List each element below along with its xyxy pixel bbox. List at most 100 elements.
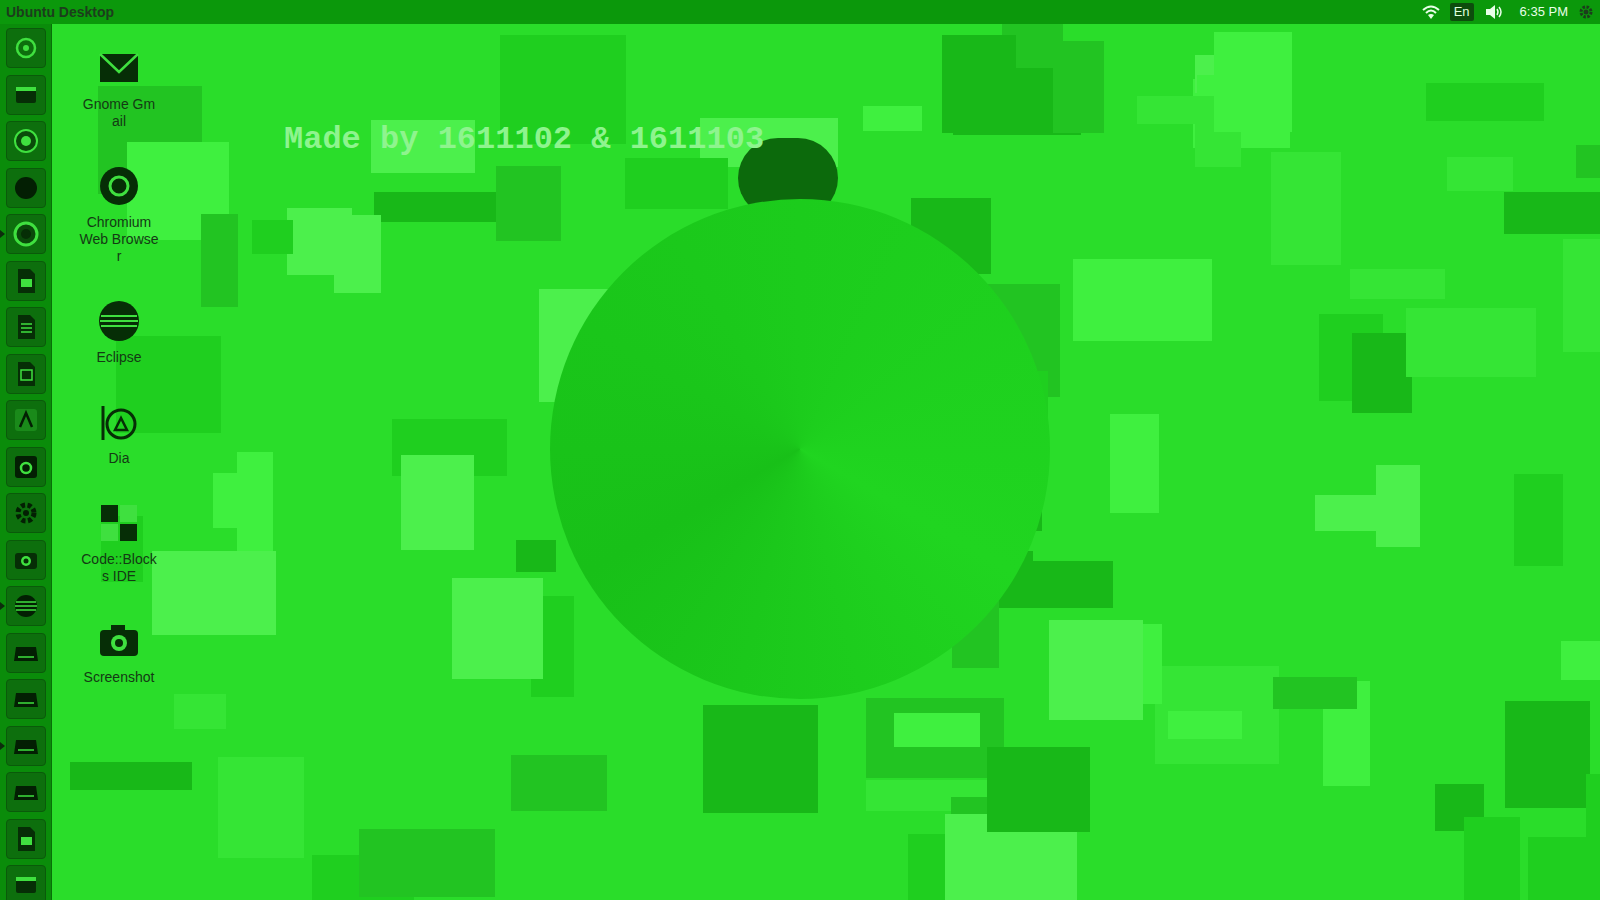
launcher	[0, 24, 52, 900]
wallpaper-block	[1514, 474, 1563, 566]
dia-icon	[97, 400, 141, 444]
wallpaper-block	[1110, 414, 1159, 513]
desktop-icon[interactable]: Chromium Web Browser	[78, 164, 160, 265]
wallpaper-block	[1273, 677, 1357, 709]
app-icon	[8, 216, 44, 252]
desktop-icon[interactable]: Screenshot	[78, 619, 160, 686]
wallpaper-caption: Made by 1611102 & 1611103	[284, 116, 764, 164]
launcher-tile	[6, 819, 46, 859]
launcher-item[interactable]	[0, 351, 52, 398]
launcher-item[interactable]	[0, 211, 52, 258]
launcher-item[interactable]	[0, 72, 52, 119]
desktop-icon[interactable]: Dia	[78, 400, 160, 467]
running-indicator	[0, 695, 5, 703]
launcher-item[interactable]	[0, 490, 52, 537]
wallpaper-block	[942, 35, 1016, 133]
launcher-tile	[6, 633, 46, 673]
wallpaper-block	[1352, 333, 1412, 413]
desktop-icon-label: Eclipse	[79, 349, 159, 366]
wallpaper-block	[863, 106, 922, 131]
wallpaper-block	[1426, 83, 1544, 121]
desktop-icon[interactable]: Eclipse	[78, 299, 160, 366]
launcher-tile	[6, 168, 46, 208]
app-icon	[8, 635, 44, 671]
wallpaper-block	[1561, 641, 1600, 680]
desktop-icon-label: Screenshot	[79, 669, 159, 686]
app-icon	[8, 123, 44, 159]
launcher-item[interactable]	[0, 816, 52, 863]
running-indicator	[0, 416, 5, 424]
running-indicator	[0, 44, 5, 52]
wallpaper-block	[152, 551, 276, 635]
running-indicator	[0, 509, 5, 517]
running-indicator	[0, 881, 5, 889]
desktop-icon[interactable]: Gnome Gmail	[78, 46, 160, 130]
running-indicator	[0, 91, 5, 99]
camera-icon	[97, 619, 141, 663]
app-icon	[8, 728, 44, 764]
wallpaper-block	[1214, 32, 1292, 132]
running-indicator	[0, 323, 5, 331]
chromium-icon	[97, 164, 141, 208]
launcher-item[interactable]	[0, 397, 52, 444]
wallpaper-block	[516, 540, 556, 572]
launcher-tile	[6, 28, 46, 68]
wallpaper-block	[1576, 145, 1600, 178]
running-indicator	[0, 370, 5, 378]
launcher-tile	[6, 214, 46, 254]
launcher-tile	[6, 447, 46, 487]
launcher-tile	[6, 586, 46, 626]
launcher-item[interactable]	[0, 862, 52, 900]
wallpaper-block	[1168, 711, 1242, 739]
running-indicator	[0, 835, 5, 843]
wallpaper-block	[218, 757, 304, 858]
wallpaper-block	[987, 747, 1090, 832]
launcher-item[interactable]	[0, 583, 52, 630]
clock[interactable]: 6:35 PM	[1520, 2, 1568, 22]
wallpaper-block	[511, 755, 607, 811]
volume-icon[interactable]	[1484, 4, 1504, 20]
launcher-item[interactable]	[0, 258, 52, 305]
launcher-item[interactable]	[0, 723, 52, 770]
running-indicator	[0, 788, 5, 796]
wallpaper-block	[287, 208, 352, 275]
running-indicator	[0, 602, 5, 610]
launcher-item[interactable]	[0, 444, 52, 491]
wallpaper-block	[496, 166, 561, 241]
launcher-item[interactable]	[0, 304, 52, 351]
app-icon	[8, 774, 44, 810]
launcher-tile	[6, 121, 46, 161]
app-icon	[8, 77, 44, 113]
top-panel: Ubuntu Desktop En 6:35 PM	[0, 0, 1600, 24]
wallpaper-block	[1586, 774, 1600, 858]
wallpaper-block	[174, 694, 226, 729]
codeblocks-icon	[97, 501, 141, 545]
app-icon	[8, 356, 44, 392]
launcher-item[interactable]	[0, 769, 52, 816]
app-icon	[8, 309, 44, 345]
panel-title: Ubuntu Desktop	[6, 2, 114, 23]
running-indicator	[0, 184, 5, 192]
launcher-tile	[6, 307, 46, 347]
launcher-item[interactable]	[0, 118, 52, 165]
keyboard-layout[interactable]: En	[1450, 3, 1474, 21]
desktop: Made by 1611102 & 1611103 Gnome Gmail Chro…	[52, 24, 1600, 900]
running-indicator	[0, 277, 5, 285]
app-icon	[8, 263, 44, 299]
running-indicator	[0, 556, 5, 564]
wallpaper-block	[359, 829, 495, 897]
desktop-icon[interactable]: Code::Blocks IDE	[78, 501, 160, 585]
wallpaper-block	[374, 192, 513, 222]
wallpaper-block	[252, 220, 293, 254]
launcher-item[interactable]	[0, 537, 52, 584]
gear-icon[interactable]	[1578, 4, 1594, 20]
wallpaper-block	[1315, 495, 1401, 531]
launcher-tile	[6, 493, 46, 533]
wifi-icon[interactable]	[1422, 4, 1440, 20]
launcher-item[interactable]	[0, 25, 52, 72]
launcher-item[interactable]	[0, 165, 52, 212]
launcher-item[interactable]	[0, 630, 52, 677]
wallpaper-block	[1049, 620, 1143, 720]
app-icon	[8, 542, 44, 578]
launcher-item[interactable]	[0, 676, 52, 723]
